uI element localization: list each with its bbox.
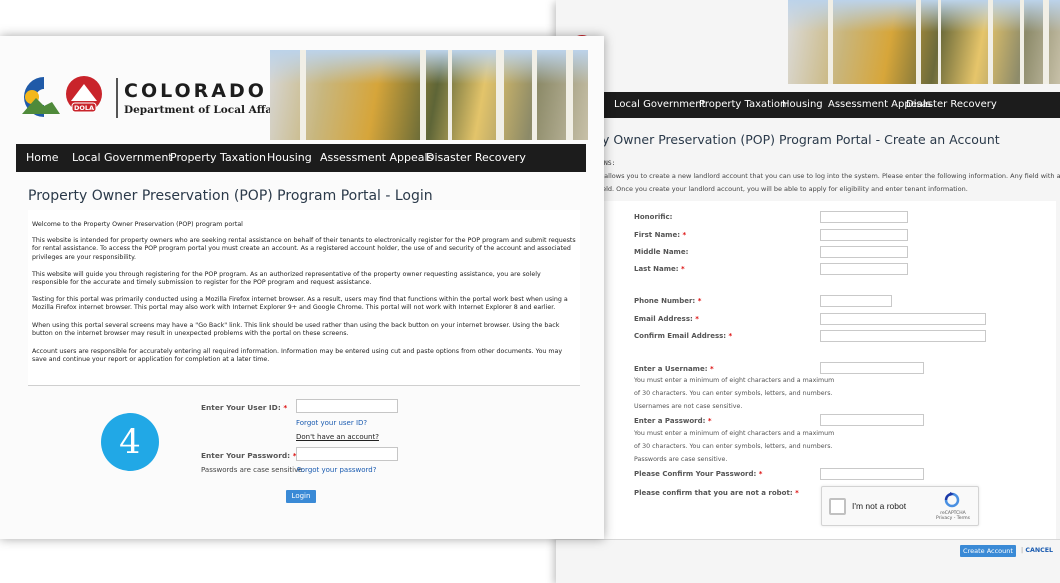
cancel-link[interactable]: | CANCEL [1021, 547, 1053, 554]
recaptcha-links[interactable]: Privacy - Terms [932, 516, 974, 521]
create-account-button[interactable]: Create Account [960, 545, 1016, 557]
welcome-paragraph: Welcome to the Property Owner Preservati… [32, 221, 243, 228]
user-id-label: Enter Your User ID: * [201, 403, 288, 412]
username-help: of 30 characters. You can enter symbols,… [634, 390, 833, 397]
last-name-input[interactable] [820, 263, 908, 275]
dola-badge-text: DOLA [74, 104, 94, 112]
create-account-window: Local Government Property Taxation Housi… [556, 0, 1060, 583]
page-title: Property Owner Preservation (POP) Progra… [28, 188, 433, 204]
recaptcha-widget: I'm not a robot reCAPTCHA Privacy - Term… [821, 486, 979, 526]
confirm-password-label: Please Confirm Your Password: * [634, 470, 763, 478]
confirm-email-label: Confirm Email Address: * [634, 332, 733, 340]
password-input[interactable] [296, 447, 398, 461]
nav-disaster-recovery[interactable]: Disaster Recovery [906, 92, 997, 118]
page-title: rty Owner Preservation (POP) Program Por… [592, 132, 1000, 147]
password-label: Enter Your Password: * [201, 451, 297, 460]
password-input[interactable] [820, 414, 924, 426]
password-label: Enter a Password: * [634, 417, 712, 425]
department-name: Department of Local Affairs [124, 104, 288, 116]
form-divider [556, 539, 1060, 540]
intro-paragraph: This website is intended for property ow… [32, 237, 576, 261]
guide-paragraph: This website will guide you through regi… [32, 271, 541, 287]
back-link-paragraph: When using this portal several screens m… [32, 322, 560, 338]
nav-property-taxation[interactable]: Property Taxation [170, 144, 266, 172]
honorific-input[interactable] [820, 211, 908, 223]
robot-label: Please confirm that you are not a robot:… [634, 489, 799, 497]
confirm-password-input[interactable] [820, 468, 924, 480]
phone-label: Phone Number: * [634, 297, 702, 305]
first-name-label: First Name: * [634, 231, 687, 239]
forgot-password-link[interactable]: Forgot your password? [297, 466, 376, 474]
middle-name-input[interactable] [820, 246, 908, 258]
nav-home[interactable]: Home [26, 144, 58, 172]
first-name-input[interactable] [820, 229, 908, 241]
nav-housing[interactable]: Housing [782, 92, 823, 118]
last-name-label: Last Name: * [634, 265, 685, 273]
header-landscape-image [270, 50, 588, 140]
section-divider [28, 385, 580, 386]
recaptcha-checkbox[interactable] [829, 498, 846, 515]
nav-assessment-appeals[interactable]: Assessment Appeals [320, 144, 433, 172]
password-note: Passwords are case sensitive. [201, 466, 305, 474]
user-id-input[interactable] [296, 399, 398, 413]
password-help: of 30 characters. You can enter symbols,… [634, 443, 833, 450]
logo-divider [116, 78, 118, 118]
nav-local-government[interactable]: Local Government [614, 92, 705, 118]
username-help: You must enter a minimum of eight charac… [634, 377, 835, 384]
recaptcha-brand: reCAPTCHA Privacy - Terms [932, 511, 974, 522]
email-input[interactable] [820, 313, 986, 325]
email-label: Email Address: * [634, 315, 699, 323]
confirm-email-input[interactable] [820, 330, 986, 342]
browser-paragraph: Testing for this portal was primarily co… [32, 296, 568, 312]
honorific-label: Honorific: [634, 213, 673, 221]
nav-property-taxation[interactable]: Property Taxation [699, 92, 786, 118]
nav-local-government[interactable]: Local Government [72, 144, 173, 172]
username-label: Enter a Username: * [634, 365, 714, 373]
no-account-link[interactable]: Don't have an account? [296, 433, 379, 441]
forgot-user-id-link[interactable]: Forgot your user ID? [296, 419, 367, 427]
phone-input[interactable] [820, 295, 892, 307]
step-number-badge: 4 [101, 413, 159, 471]
header-landscape-image [788, 0, 1060, 84]
username-help: Usernames are not case sensitive. [634, 403, 743, 410]
brand-name: COLORADO [124, 80, 267, 102]
middle-name-label: Middle Name: [634, 248, 689, 256]
main-nav: Home Local Government Property Taxation … [16, 144, 586, 172]
password-help: Passwords are case sensitive. [634, 456, 728, 463]
instructions-line: field. Once you create your landlord acc… [598, 185, 968, 193]
recaptcha-icon [944, 492, 960, 508]
accuracy-paragraph: Account users are responsible for accura… [32, 348, 563, 364]
instructions-line: n allows you to create a new landlord ac… [598, 172, 1060, 180]
nav-housing[interactable]: Housing [267, 144, 312, 172]
password-help: You must enter a minimum of eight charac… [634, 430, 835, 437]
username-input[interactable] [820, 362, 924, 374]
nav-disaster-recovery[interactable]: Disaster Recovery [426, 144, 526, 172]
dola-logo-icon: DOLA [22, 76, 102, 117]
login-button[interactable]: Login [286, 490, 316, 503]
main-nav: Local Government Property Taxation Housi… [556, 92, 1060, 118]
recaptcha-label: I'm not a robot [852, 501, 907, 511]
